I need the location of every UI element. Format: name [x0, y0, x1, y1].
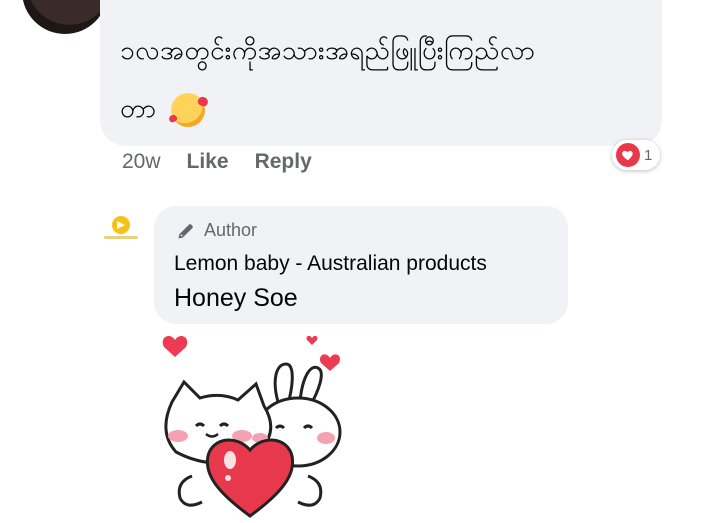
like-button[interactable]: Like [187, 150, 229, 174]
author-badge: Author [176, 220, 257, 241]
commenter-avatar[interactable] [22, 0, 108, 34]
reply-bubble: Author Lemon baby - Australian products … [154, 206, 568, 324]
reaction-badge[interactable]: 1 [612, 140, 661, 170]
page-avatar[interactable] [100, 212, 142, 242]
comment-text: ၥလအတွင်းကိုအသားအရည်ဖြူပြီးကြည်လာ တာ [120, 22, 648, 138]
pen-icon [178, 223, 193, 238]
reply-page-name[interactable]: Lemon baby - Australian products [174, 252, 487, 276]
reply-text: Honey Soe [174, 284, 298, 312]
comment-text-line1: ၥလအတွင်းကိုအသားအရည်ဖြူပြီးကြည်လာ [120, 36, 536, 66]
reply-button[interactable]: Reply [255, 150, 312, 174]
comment-timestamp[interactable]: 20w [122, 150, 161, 174]
comment-actions: 20w Like Reply [122, 150, 312, 174]
love-reaction-icon [616, 143, 640, 167]
comment-text-line2: တာ [120, 94, 157, 124]
reaction-count: 1 [644, 146, 653, 164]
cat-and-bunny-heart-sticker [150, 330, 360, 518]
smiling-face-with-hearts-icon [171, 92, 206, 127]
comment-bubble: ၥလအတွင်းကိုအသားအရည်ဖြူပြီးကြည်လာ တာ [100, 0, 662, 146]
author-badge-label: Author [204, 220, 258, 240]
